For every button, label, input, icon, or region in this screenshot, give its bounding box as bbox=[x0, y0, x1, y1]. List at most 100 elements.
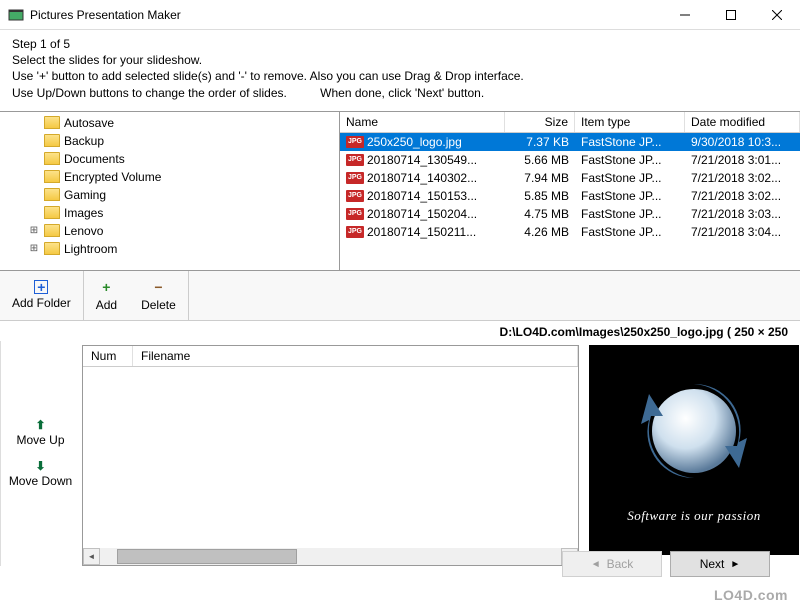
tree-item-label: Images bbox=[64, 206, 103, 220]
delete-button[interactable]: − Delete bbox=[129, 271, 188, 320]
minimize-button[interactable] bbox=[662, 0, 708, 30]
file-size: 5.85 MB bbox=[505, 189, 575, 203]
reorder-controls: ⬆ Move Up ⬇ Move Down bbox=[0, 341, 80, 566]
minus-icon: − bbox=[154, 278, 162, 296]
tree-item[interactable]: Autosave bbox=[0, 114, 339, 132]
file-name: 250x250_logo.jpg bbox=[367, 135, 462, 149]
close-button[interactable] bbox=[754, 0, 800, 30]
jpg-icon: JPG bbox=[346, 226, 364, 238]
file-date: 7/21/2018 3:04... bbox=[685, 225, 800, 239]
tree-item-label: Lightroom bbox=[64, 242, 117, 256]
tree-item[interactable]: ⊞ Lenovo bbox=[0, 222, 339, 240]
instructions: Step 1 of 5 Select the slides for your s… bbox=[0, 30, 800, 111]
app-icon bbox=[8, 7, 24, 23]
tree-item[interactable]: Encrypted Volume bbox=[0, 168, 339, 186]
add-folder-button[interactable]: + Add Folder bbox=[0, 271, 83, 320]
file-size: 4.26 MB bbox=[505, 225, 575, 239]
tree-item[interactable]: Images bbox=[0, 204, 339, 222]
folder-icon bbox=[44, 224, 60, 237]
file-row[interactable]: JPG20180714_150153... 5.85 MBFastStone JP… bbox=[340, 187, 800, 205]
tree-item[interactable]: Backup bbox=[0, 132, 339, 150]
folder-tree[interactable]: Autosave Backup Documents Encrypted Volume G… bbox=[0, 112, 340, 270]
file-size: 5.66 MB bbox=[505, 153, 575, 167]
preview-pane: Software is our passion bbox=[585, 341, 800, 566]
tree-item[interactable]: ⊞ Lightroom bbox=[0, 240, 339, 258]
arrow-up-icon: ⬆ bbox=[35, 418, 45, 432]
folder-icon bbox=[44, 242, 60, 255]
file-list-header: Name Size Item type Date modified bbox=[340, 112, 800, 133]
move-up-button[interactable]: ⬆ Move Up bbox=[16, 418, 64, 447]
expand-icon[interactable]: ⊞ bbox=[28, 243, 40, 254]
folder-icon bbox=[44, 116, 60, 129]
scroll-left-icon[interactable]: ◄ bbox=[83, 548, 100, 565]
jpg-icon: JPG bbox=[346, 154, 364, 166]
file-date: 9/30/2018 10:3... bbox=[685, 135, 800, 149]
folder-icon bbox=[44, 170, 60, 183]
file-name: 20180714_150153... bbox=[367, 189, 477, 203]
col-size[interactable]: Size bbox=[505, 112, 575, 132]
maximize-button[interactable] bbox=[708, 0, 754, 30]
add-folder-icon: + bbox=[34, 280, 48, 294]
tree-item[interactable]: Gaming bbox=[0, 186, 339, 204]
col-name[interactable]: Name bbox=[340, 112, 505, 132]
tree-item-label: Lenovo bbox=[64, 224, 103, 238]
expand-icon[interactable]: ⊞ bbox=[28, 225, 40, 236]
file-list[interactable]: Name Size Item type Date modified JPG250… bbox=[340, 112, 800, 270]
step-label: Step 1 of 5 bbox=[12, 36, 788, 52]
file-type: FastStone JP... bbox=[575, 189, 685, 203]
preview-image: Software is our passion bbox=[589, 345, 799, 555]
titlebar: Pictures Presentation Maker bbox=[0, 0, 800, 30]
jpg-icon: JPG bbox=[346, 172, 364, 184]
instruction-line: Use Up/Down buttons to change the order … bbox=[12, 85, 788, 101]
file-path: D:\LO4D.com\Images\250x250_logo.jpg ( 25… bbox=[0, 321, 800, 341]
folder-icon bbox=[44, 188, 60, 201]
tree-item-label: Gaming bbox=[64, 188, 106, 202]
folder-icon bbox=[44, 134, 60, 147]
jpg-icon: JPG bbox=[346, 190, 364, 202]
slide-list-body[interactable] bbox=[83, 367, 578, 548]
tree-item-label: Autosave bbox=[64, 116, 114, 130]
folder-icon bbox=[44, 206, 60, 219]
logo-icon bbox=[639, 376, 749, 486]
file-name: 20180714_130549... bbox=[367, 153, 477, 167]
col-type[interactable]: Item type bbox=[575, 112, 685, 132]
file-date: 7/21/2018 3:02... bbox=[685, 189, 800, 203]
preview-tagline: Software is our passion bbox=[627, 508, 760, 524]
toolbar: + Add Folder + Add − Delete bbox=[0, 271, 800, 321]
arrow-down-icon: ⬇ bbox=[35, 459, 45, 473]
col-filename[interactable]: Filename bbox=[133, 346, 578, 366]
file-type: FastStone JP... bbox=[575, 225, 685, 239]
jpg-icon: JPG bbox=[346, 208, 364, 220]
file-type: FastStone JP... bbox=[575, 207, 685, 221]
arrow-right-icon: ► bbox=[730, 559, 740, 570]
file-type: FastStone JP... bbox=[575, 135, 685, 149]
file-row[interactable]: JPG250x250_logo.jpg 7.37 KBFastStone JP..… bbox=[340, 133, 800, 151]
col-num[interactable]: Num bbox=[83, 346, 133, 366]
file-size: 7.37 KB bbox=[505, 135, 575, 149]
file-name: 20180714_140302... bbox=[367, 171, 477, 185]
file-name: 20180714_150204... bbox=[367, 207, 477, 221]
watermark: LO4D.com bbox=[714, 587, 788, 603]
scroll-thumb[interactable] bbox=[117, 549, 297, 564]
next-button[interactable]: Next ► bbox=[670, 551, 770, 577]
add-button[interactable]: + Add bbox=[84, 271, 129, 320]
file-row[interactable]: JPG20180714_130549...5.66 MBFastStone JP… bbox=[340, 151, 800, 169]
back-button: ◄ Back bbox=[562, 551, 662, 577]
slide-list[interactable]: Num Filename ◄ ► bbox=[82, 345, 579, 566]
file-name: 20180714_150211... bbox=[367, 225, 476, 239]
file-size: 7.94 MB bbox=[505, 171, 575, 185]
horizontal-scrollbar[interactable]: ◄ ► bbox=[83, 548, 578, 565]
file-row[interactable]: JPG20180714_150204...4.75 MBFastStone JP… bbox=[340, 205, 800, 223]
jpg-icon: JPG bbox=[346, 136, 364, 148]
tree-item-label: Backup bbox=[64, 134, 104, 148]
file-date: 7/21/2018 3:02... bbox=[685, 171, 800, 185]
file-row[interactable]: JPG20180714_150211... 4.26 MBFastStone JP… bbox=[340, 223, 800, 241]
file-date: 7/21/2018 3:03... bbox=[685, 207, 800, 221]
tree-item-label: Documents bbox=[64, 152, 125, 166]
col-date[interactable]: Date modified bbox=[685, 112, 800, 132]
plus-icon: + bbox=[102, 278, 110, 296]
tree-item[interactable]: Documents bbox=[0, 150, 339, 168]
file-row[interactable]: JPG20180714_140302...7.94 MBFastStone JP… bbox=[340, 169, 800, 187]
move-down-button[interactable]: ⬇ Move Down bbox=[9, 459, 72, 488]
file-date: 7/21/2018 3:01... bbox=[685, 153, 800, 167]
